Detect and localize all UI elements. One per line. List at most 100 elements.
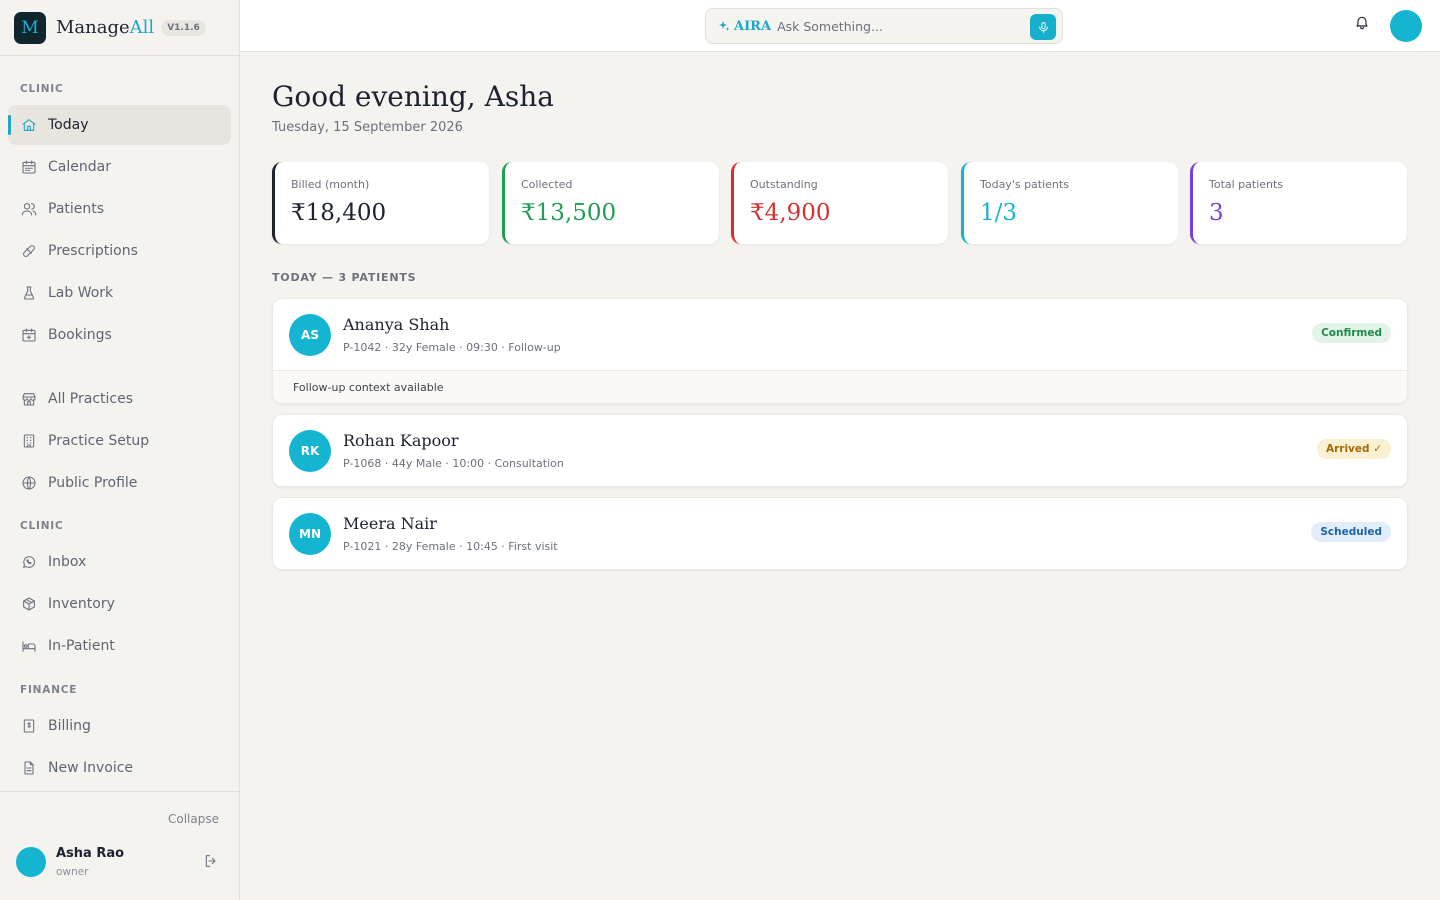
stat-value: 1/3 <box>980 200 1018 226</box>
patient-avatar: RK <box>289 430 331 472</box>
stat-value: ₹13,500 <box>521 200 617 226</box>
user-name: Asha Rao <box>56 846 125 861</box>
user-role: owner <box>56 866 89 878</box>
bed-icon <box>21 638 37 654</box>
sidebar-item-in-patient[interactable]: In-Patient <box>8 626 231 666</box>
appointment-row[interactable]: RK Rohan Kapoor P-1068 · 44y Male · 10:0… <box>273 415 1407 486</box>
stat-label: Today's patients <box>980 178 1069 191</box>
avatar[interactable] <box>1390 10 1422 42</box>
mic-icon <box>1038 21 1048 33</box>
sidebar-item-label: Prescriptions <box>48 243 138 259</box>
nav-section-clinic-2: CLINIC <box>20 520 64 532</box>
sidebar-item-label: All Practices <box>48 391 134 407</box>
stat-card-total-patients[interactable]: Total patients 3 <box>1190 162 1407 244</box>
flask-icon <box>21 285 37 301</box>
building-icon <box>21 433 37 449</box>
patient-name[interactable]: Ananya Shah <box>343 315 449 334</box>
brand-name-accent: All <box>129 17 155 38</box>
brand-name: ManageAll <box>56 17 154 38</box>
stat-value: 3 <box>1209 200 1224 226</box>
appointment-row[interactable]: MN Meera Nair P-1021 · 28y Female · 10:4… <box>273 498 1407 569</box>
collapse-button[interactable]: Collapse <box>168 812 219 826</box>
whatsapp-icon <box>21 554 37 570</box>
sidebar-item-label: Calendar <box>48 159 111 175</box>
users-icon <box>21 201 37 217</box>
sidebar-item-label: Patients <box>48 201 105 217</box>
brand-logo: M <box>14 11 46 44</box>
brand[interactable]: M ManageAll V1.1.6 <box>0 0 239 56</box>
stat-label: Billed (month) <box>291 178 370 191</box>
stat-card-outstanding[interactable]: Outstanding ₹4,900 <box>731 162 948 244</box>
nav-section-finance: FINANCE <box>20 684 78 696</box>
brand-name-main: Manage <box>56 17 130 38</box>
appointment-card[interactable]: MN Meera Nair P-1021 · 28y Female · 10:4… <box>272 497 1408 570</box>
sidebar-item-public-profile[interactable]: Public Profile <box>8 463 231 503</box>
stat-card-collected[interactable]: Collected ₹13,500 <box>502 162 719 244</box>
patient-name[interactable]: Meera Nair <box>343 514 437 533</box>
avatar[interactable] <box>16 847 46 877</box>
stat-label: Outstanding <box>750 178 818 191</box>
sidebar-item-prescriptions[interactable]: Prescriptions <box>8 231 231 271</box>
globe-icon <box>21 475 37 491</box>
aira-search-bar[interactable]: AIRA <box>705 8 1063 44</box>
sidebar-item-billing[interactable]: Billing <box>8 706 231 746</box>
status-badge: Confirmed <box>1312 323 1391 343</box>
section-title: TODAY — 3 PATIENTS <box>272 271 417 284</box>
sidebar-footer: Collapse Asha Rao owner <box>0 791 239 900</box>
sidebar: M ManageAll V1.1.6 CLINIC Today Calendar… <box>0 0 240 900</box>
status-badge: Scheduled <box>1311 522 1391 542</box>
status-badge: Arrived ✓ <box>1316 439 1391 459</box>
stat-label: Collected <box>521 178 573 191</box>
sidebar-item-inventory[interactable]: Inventory <box>8 584 231 624</box>
stat-label: Total patients <box>1209 178 1284 191</box>
logout-icon[interactable] <box>203 853 219 869</box>
sidebar-item-label: Billing <box>48 718 91 734</box>
version-badge: V1.1.6 <box>161 19 206 36</box>
sidebar-item-label: New Invoice <box>48 760 134 776</box>
sidebar-item-today[interactable]: Today <box>8 105 231 145</box>
store-icon <box>21 391 37 407</box>
stat-card-billed[interactable]: Billed (month) ₹18,400 <box>272 162 489 244</box>
sidebar-item-calendar[interactable]: Calendar <box>8 147 231 187</box>
pill-icon <box>21 243 37 259</box>
sidebar-item-label: Inbox <box>48 554 87 570</box>
patient-name[interactable]: Rohan Kapoor <box>343 431 459 450</box>
aira-label: AIRA <box>718 19 771 34</box>
appointment-card[interactable]: AS Ananya Shah P-1042 · 32y Female · 09:… <box>272 298 1408 404</box>
sidebar-item-bookings[interactable]: Bookings <box>8 315 231 355</box>
patient-meta: P-1042 · 32y Female · 09:30 · Follow-up <box>343 341 561 354</box>
appointment-card[interactable]: RK Rohan Kapoor P-1068 · 44y Male · 10:0… <box>272 414 1408 487</box>
patient-avatar: AS <box>289 314 331 356</box>
sidebar-item-practice-setup[interactable]: Practice Setup <box>8 421 231 461</box>
sidebar-item-inbox[interactable]: Inbox <box>8 542 231 582</box>
patient-avatar: MN <box>289 513 331 555</box>
sidebar-item-patients[interactable]: Patients <box>8 189 231 229</box>
sidebar-item-lab-work[interactable]: Lab Work <box>8 273 231 313</box>
bell-icon[interactable] <box>1354 14 1372 32</box>
box-icon <box>21 596 37 612</box>
patient-meta: P-1021 · 28y Female · 10:45 · First visi… <box>343 540 558 553</box>
patient-meta: P-1068 · 44y Male · 10:00 · Consultation <box>343 457 564 470</box>
stat-card-todays-patients[interactable]: Today's patients 1/3 <box>961 162 1178 244</box>
receipt-icon <box>21 718 37 734</box>
sidebar-item-all-practices[interactable]: All Practices <box>8 379 231 419</box>
sidebar-item-label: Public Profile <box>48 475 138 491</box>
mic-button[interactable] <box>1030 14 1056 40</box>
search-input[interactable] <box>777 18 1018 34</box>
appointment-row[interactable]: AS Ananya Shah P-1042 · 32y Female · 09:… <box>273 299 1407 370</box>
sidebar-item-label: Inventory <box>48 596 115 612</box>
stat-value: ₹4,900 <box>750 200 831 226</box>
nav-section-clinic: CLINIC <box>20 83 64 95</box>
sidebar-item-label: Bookings <box>48 327 112 343</box>
stat-value: ₹18,400 <box>291 200 387 226</box>
sidebar-item-label: Lab Work <box>48 285 114 301</box>
follow-up-context[interactable]: Follow-up context available <box>273 370 1407 403</box>
sparkle-icon <box>719 21 730 31</box>
sidebar-item-label: Today <box>48 117 89 133</box>
calendar-icon <box>21 159 37 175</box>
calendar-plus-icon <box>21 327 37 343</box>
sidebar-item-new-invoice[interactable]: New Invoice <box>8 748 231 788</box>
sidebar-item-label: In-Patient <box>48 638 115 654</box>
file-text-icon <box>21 760 37 776</box>
home-icon <box>21 117 37 133</box>
